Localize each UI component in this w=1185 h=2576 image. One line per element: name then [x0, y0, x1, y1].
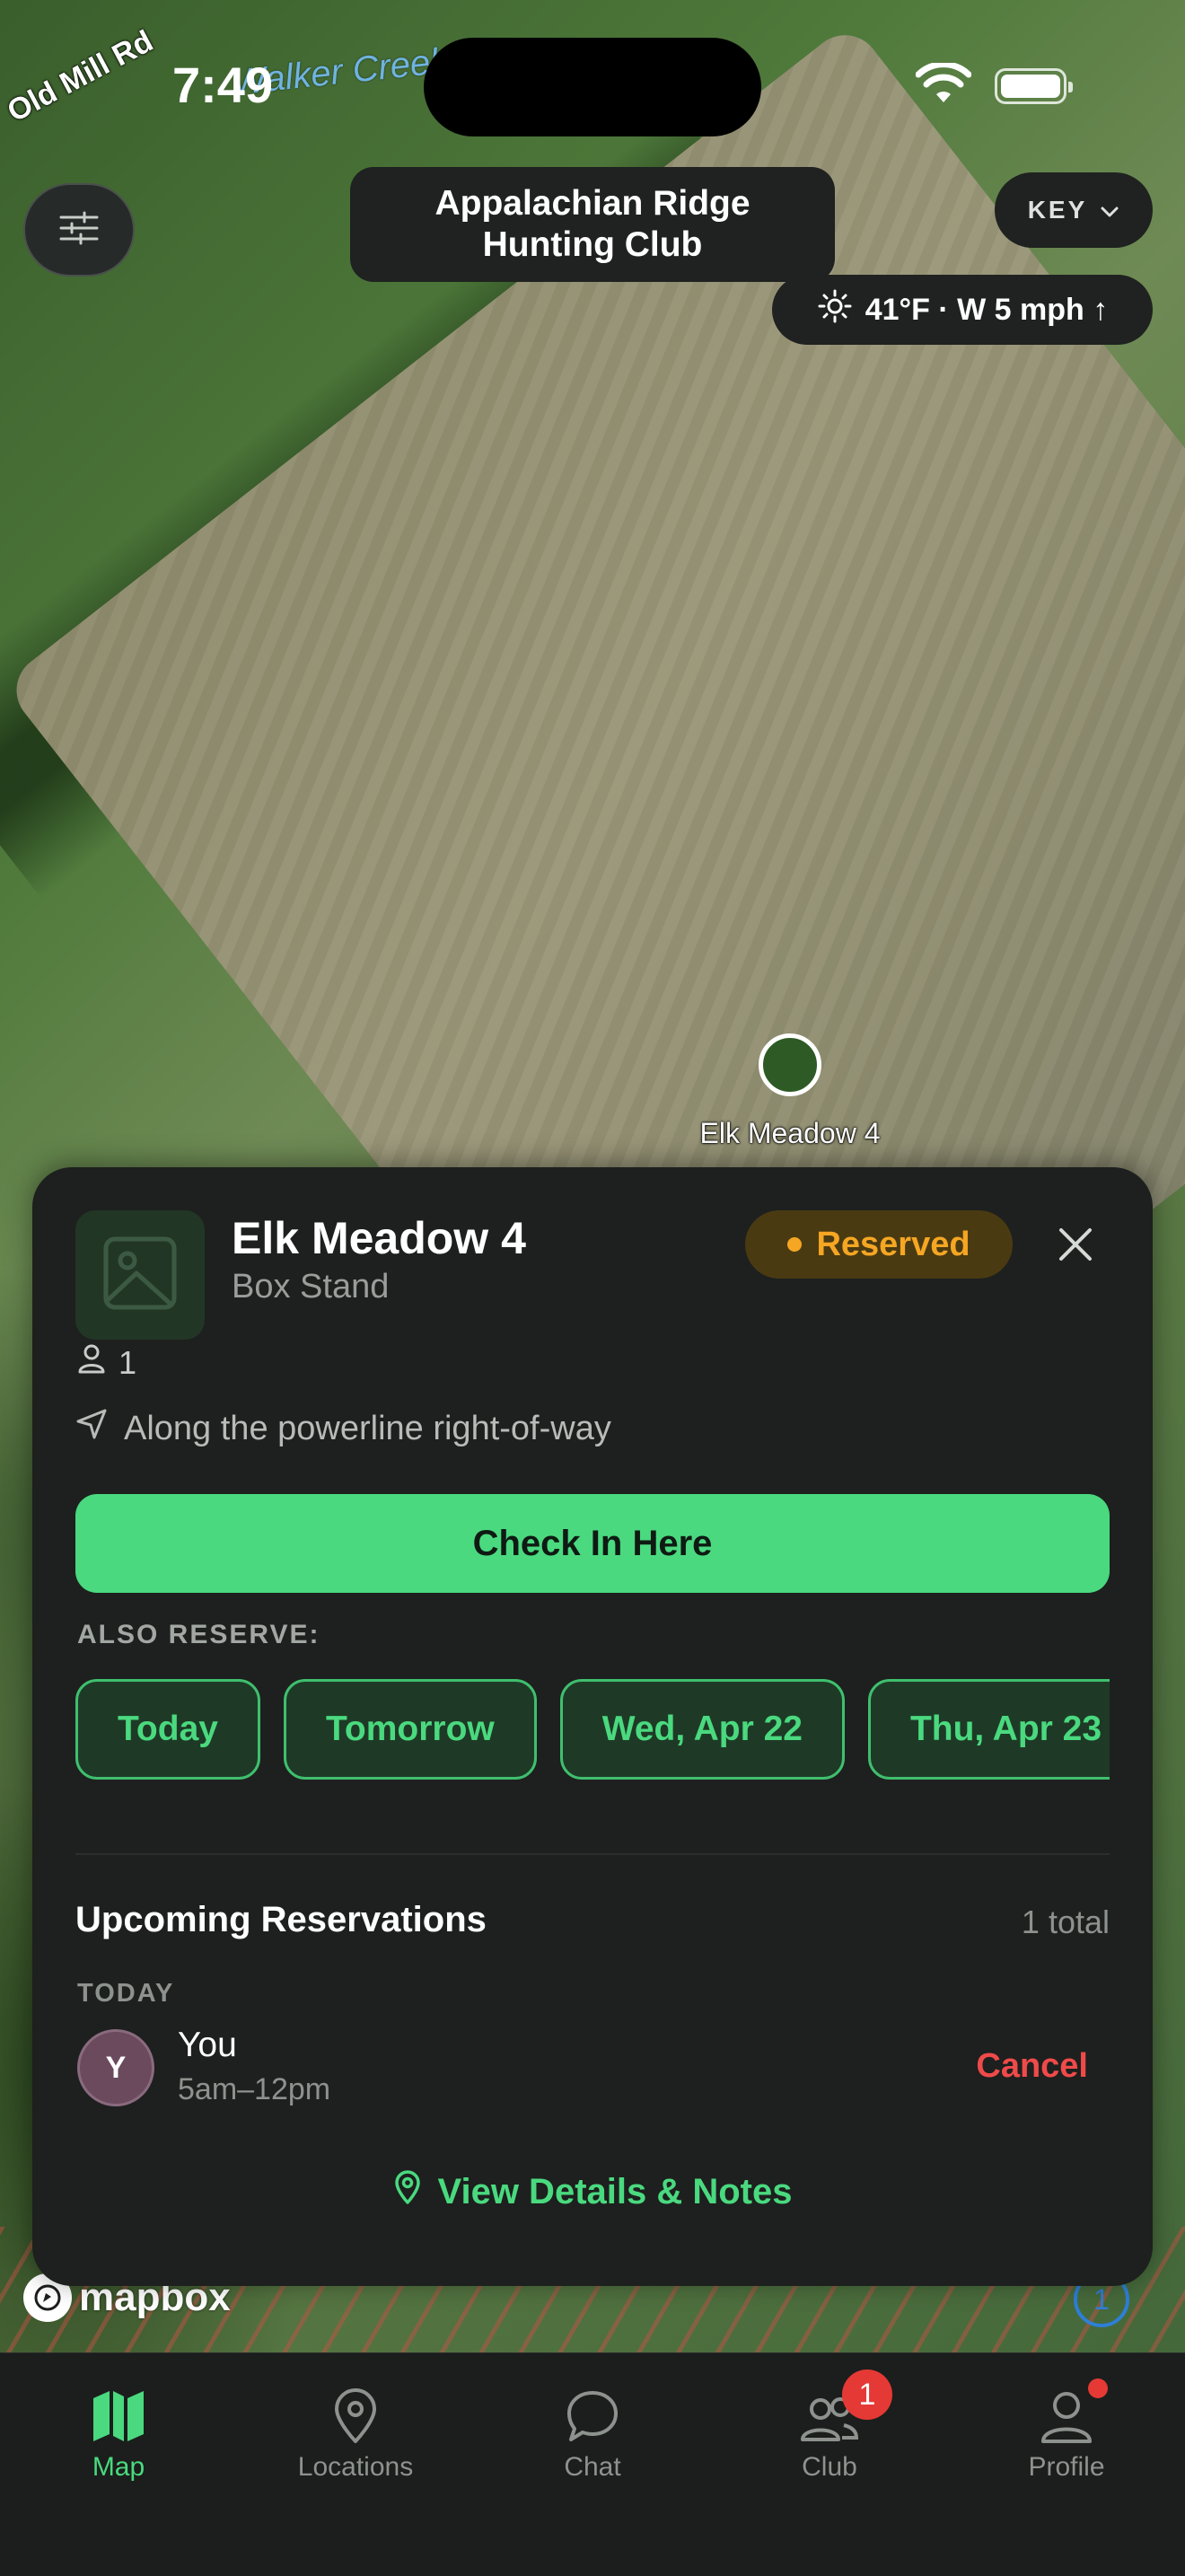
map-icon [90, 2373, 147, 2445]
reserve-day-chip[interactable]: Tomorrow [283, 1679, 537, 1780]
profile-notification-dot [1088, 2378, 1108, 2398]
stand-detail-sheet: Elk Meadow 4 Box Stand Reserved 1 Along … [32, 1167, 1153, 2286]
stand-marker-label: Elk Meadow 4 [699, 1117, 881, 1149]
reservation-time: 5am–12pm [178, 2072, 331, 2106]
tab-label: Locations [297, 2452, 414, 2482]
tab-label: Chat [564, 2452, 621, 2482]
status-label: Reserved [816, 1225, 970, 1263]
also-reserve-label: ALSO RESERVE: [77, 1620, 320, 1649]
club-notification-badge: 1 [842, 2369, 892, 2420]
tab-label: Map [92, 2452, 145, 2482]
view-details-link[interactable]: View Details & Notes [32, 2169, 1153, 2214]
check-in-button[interactable]: Check In Here [75, 1494, 1110, 1593]
status-badge: Reserved [745, 1210, 1013, 1279]
reserve-day-chip[interactable]: Today [75, 1679, 260, 1780]
weather-pill[interactable]: 41°F · W 5 mph ↑ [772, 275, 1153, 345]
location-pin-icon [331, 2373, 380, 2445]
capacity-value: 1 [118, 1343, 137, 1381]
person-icon [1038, 2373, 1108, 2445]
upcoming-reservations-count: 1 total [1021, 1903, 1110, 1940]
cancel-reservation-button[interactable]: Cancel [976, 2047, 1088, 2086]
stand-capacity: 1 [77, 1343, 136, 1382]
tab-chat[interactable]: Chat [474, 2373, 711, 2483]
map-key-button[interactable]: KEY [995, 172, 1153, 248]
stand-marker[interactable] [759, 1033, 821, 1096]
tab-label: Profile [1028, 2452, 1105, 2482]
stand-photo-placeholder[interactable] [75, 1210, 205, 1340]
club-title[interactable]: Appalachian Ridge Hunting Club [350, 167, 835, 282]
stand-name: Elk Meadow 4 [232, 1213, 526, 1263]
person-icon [77, 1343, 106, 1382]
close-icon [1058, 1226, 1093, 1267]
chevron-down-icon [1100, 196, 1119, 224]
reserve-day-chips[interactable]: Today Tomorrow Wed, Apr 22 Thu, Apr 23 [75, 1679, 1110, 1783]
upcoming-reservations-title: Upcoming Reservations [75, 1900, 487, 1939]
location-pin-icon [393, 2169, 422, 2214]
section-divider [75, 1853, 1110, 1855]
reservation-holder: You [178, 2026, 237, 2064]
tab-profile[interactable]: Profile [948, 2373, 1185, 2483]
avatar: Y [77, 2029, 154, 2106]
close-button[interactable] [1047, 1218, 1104, 1275]
sun-icon [817, 288, 853, 332]
reservation-day-label: TODAY [77, 1979, 175, 2008]
reserve-day-chip[interactable]: Wed, Apr 22 [559, 1679, 845, 1780]
dynamic-island [424, 38, 761, 136]
tab-bar: Map Locations Chat 1 Club Profile [0, 2352, 1185, 2576]
reserve-day-chip[interactable]: Thu, Apr 23 [867, 1679, 1110, 1780]
battery-icon [995, 68, 1073, 104]
image-icon [101, 1234, 180, 1317]
road-label: Old Mill Rd [2, 23, 159, 129]
navigation-arrow-icon [75, 1408, 108, 1449]
filter-button[interactable] [23, 183, 135, 277]
status-dot [787, 1237, 803, 1252]
wifi-icon [915, 61, 972, 110]
tab-map[interactable]: Map [0, 2373, 237, 2483]
key-label: KEY [1027, 196, 1088, 224]
tab-locations[interactable]: Locations [237, 2373, 474, 2483]
tab-label: Club [802, 2452, 857, 2482]
sliders-icon [59, 210, 99, 251]
weather-text: 41°F · W 5 mph ↑ [865, 292, 1109, 327]
chat-bubble-icon [564, 2373, 621, 2445]
view-details-label: View Details & Notes [437, 2171, 793, 2211]
location-note-text: Along the powerline right-of-way [124, 1409, 611, 1447]
location-note: Along the powerline right-of-way [75, 1408, 611, 1449]
status-time: 7:49 [172, 57, 274, 113]
tab-club[interactable]: 1 Club [711, 2369, 948, 2483]
stand-type: Box Stand [232, 1268, 390, 1306]
people-icon: 1 [797, 2369, 892, 2445]
